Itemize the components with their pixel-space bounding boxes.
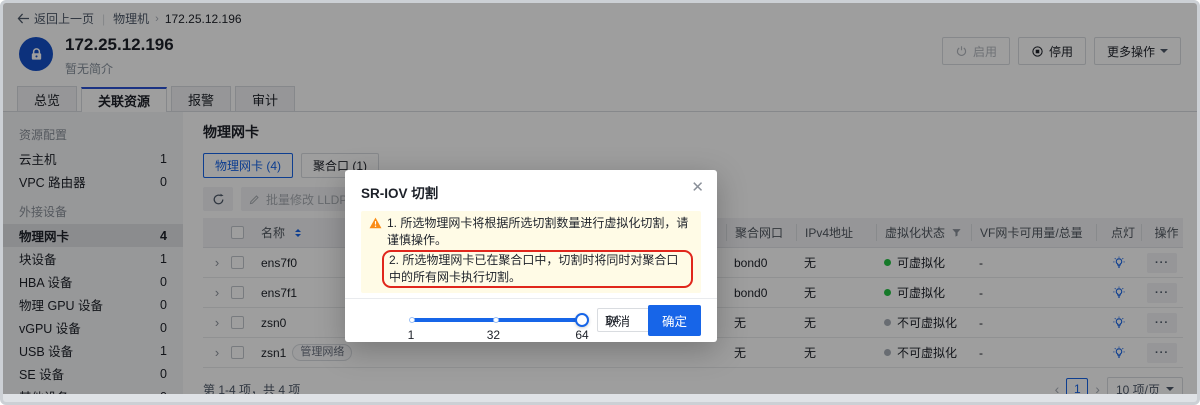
warning-alert: 1. 所选物理网卡将根据所选切割数量进行虚拟化切割，请谨慎操作。 2. 所选物理… [361, 211, 701, 293]
dialog-footer: 取消 确定 [345, 298, 717, 342]
app-content: 返回上一页 | 物理机 › 172.25.12.196 172.25.12.19… [3, 3, 1197, 394]
warning-icon [369, 217, 382, 229]
warning-line2: 2. 所选物理网卡已在聚合口中，切割时将同时对聚合口中的所有网卡执行切割。 [389, 253, 678, 284]
close-icon[interactable]: ✕ [691, 180, 704, 195]
highlight-annotation: 2. 所选物理网卡已在聚合口中，切割时将同时对聚合口中的所有网卡执行切割。 [382, 250, 693, 288]
confirm-button[interactable]: 确定 [648, 305, 701, 336]
cancel-button[interactable]: 取消 [605, 311, 630, 330]
dialog-title: SR-IOV 切割 [345, 170, 717, 208]
warning-line1: 1. 所选物理网卡将根据所选切割数量进行虚拟化切割，请谨慎操作。 [387, 215, 693, 249]
app-window: 返回上一页 | 物理机 › 172.25.12.196 172.25.12.19… [0, 0, 1200, 405]
sriov-dialog: SR-IOV 切割 ✕ 1. 所选物理网卡将根据所选切割数量进行虚拟化切割，请谨… [345, 170, 717, 342]
